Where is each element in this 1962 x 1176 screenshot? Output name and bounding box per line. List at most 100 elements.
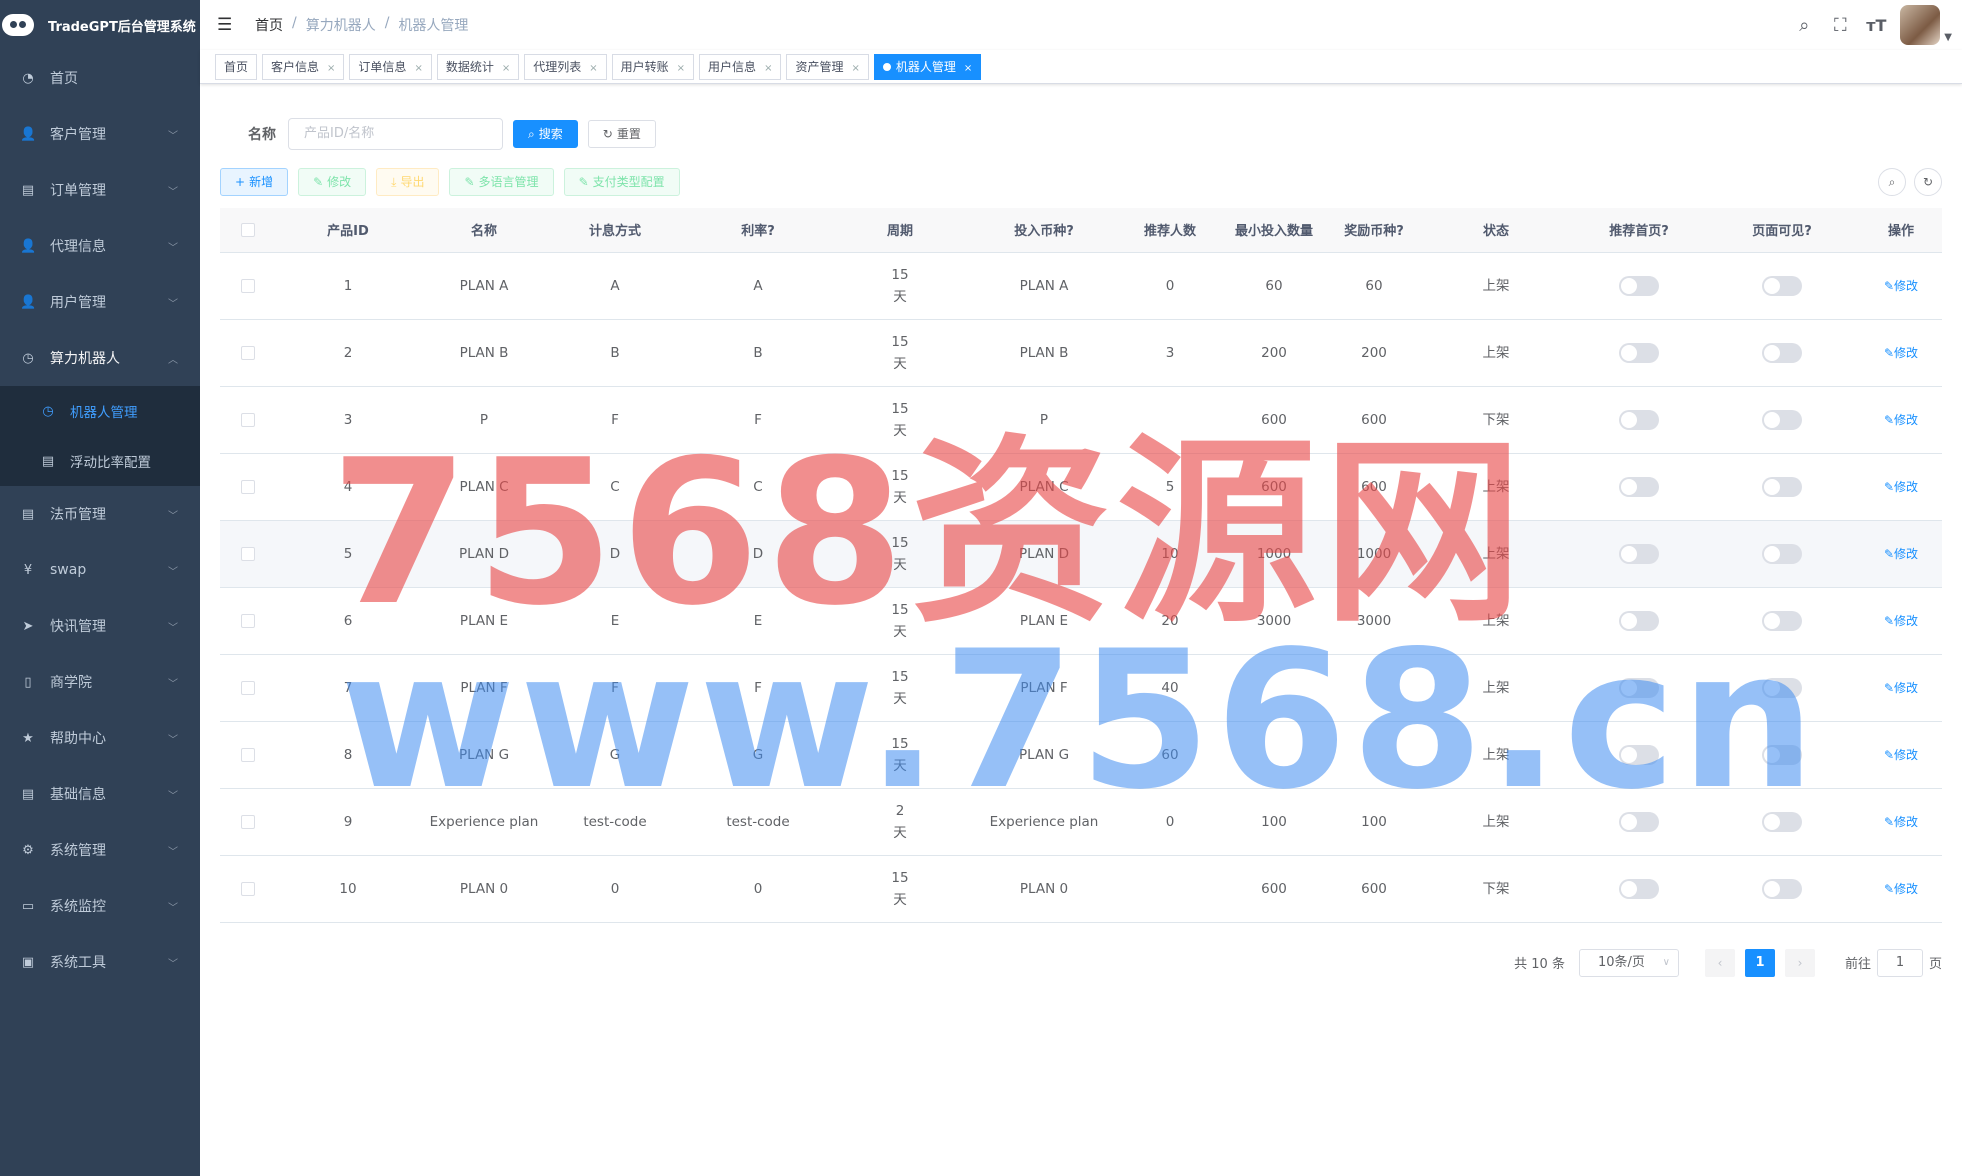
pay-type-button[interactable]: ✎ 支付类型配置 [563, 168, 680, 196]
recommend-switch[interactable] [1619, 878, 1659, 899]
visible-switch[interactable] [1762, 811, 1802, 832]
close-icon[interactable]: × [677, 63, 685, 74]
visible-switch[interactable] [1762, 409, 1802, 430]
hamburger-icon[interactable]: ☰ [217, 15, 235, 35]
visible-switch[interactable] [1762, 543, 1802, 564]
reset-button[interactable]: ↻ 重置 [587, 120, 656, 148]
close-icon[interactable]: × [851, 63, 859, 74]
row-checkbox[interactable] [241, 345, 255, 360]
tab-4[interactable]: 代理列表 × [524, 53, 607, 80]
visible-switch[interactable] [1762, 744, 1802, 765]
tab-1[interactable]: 客户信息 × [262, 53, 345, 80]
sidebar-item-3[interactable]: 👤 代理信息 ﹀ [0, 218, 200, 274]
goto-input[interactable]: 1 [1876, 948, 1923, 977]
tab-7[interactable]: 资产管理 × [786, 53, 869, 80]
row-checkbox[interactable] [241, 613, 255, 628]
sidebar-item-7[interactable]: ¥ swap ﹀ [0, 542, 200, 598]
row-checkbox[interactable] [241, 747, 255, 762]
sidebar-subitem-1[interactable]: ▤ 浮动比率配置 [0, 436, 200, 486]
recommend-switch[interactable] [1619, 744, 1659, 765]
sidebar-subitem-0[interactable]: ◷ 机器人管理 [0, 386, 200, 436]
search-button[interactable]: ⌕ 搜索 [513, 120, 578, 148]
recommend-switch[interactable] [1619, 275, 1659, 296]
row-edit-button[interactable]: ✎修改 [1884, 681, 1918, 695]
sidebar-item-14[interactable]: ▣ 系统工具 ﹀ [0, 934, 200, 990]
recommend-switch[interactable] [1619, 677, 1659, 698]
close-icon[interactable]: × [589, 63, 597, 74]
breadcrumb-robot[interactable]: 算力机器人 [306, 15, 376, 35]
page-size-select[interactable]: 10条/页 ∨ [1578, 948, 1679, 977]
sidebar-item-4[interactable]: 👤 用户管理 ﹀ [0, 274, 200, 330]
avatar[interactable] [1900, 5, 1941, 45]
search-input[interactable]: 产品ID/名称 [288, 118, 503, 150]
sidebar-item-13[interactable]: ▭ 系统监控 ﹀ [0, 878, 200, 934]
sidebar-item-6[interactable]: ▤ 法币管理 ﹀ [0, 486, 200, 542]
page-number[interactable]: 1 [1744, 948, 1775, 977]
row-checkbox[interactable] [241, 546, 255, 561]
recommend-switch[interactable] [1619, 610, 1659, 631]
visible-switch[interactable] [1762, 677, 1802, 698]
sidebar-item-11[interactable]: ▤ 基础信息 ﹀ [0, 766, 200, 822]
recommend-switch[interactable] [1619, 811, 1659, 832]
font-size-icon[interactable]: тT [1858, 16, 1894, 35]
visible-switch[interactable] [1762, 610, 1802, 631]
caret-down-icon[interactable]: ▼ [1944, 32, 1952, 43]
tab-0[interactable]: 首页 [215, 53, 258, 80]
sidebar-item-10[interactable]: ★ 帮助中心 ﹀ [0, 710, 200, 766]
visible-switch[interactable] [1762, 275, 1802, 296]
row-edit-button[interactable]: ✎修改 [1884, 815, 1918, 829]
sidebar-item-5[interactable]: ◷ 算力机器人 ︿ [0, 330, 200, 386]
recommend-switch[interactable] [1619, 409, 1659, 430]
sidebar-item-12[interactable]: ⚙ 系统管理 ﹀ [0, 822, 200, 878]
row-edit-button[interactable]: ✎修改 [1884, 882, 1918, 896]
tab-2[interactable]: 订单信息 × [349, 53, 432, 80]
row-edit-button[interactable]: ✎修改 [1884, 614, 1918, 628]
sidebar-item-8[interactable]: ➤ 快讯管理 ﹀ [0, 598, 200, 654]
refresh-icon[interactable]: ↻ [1914, 168, 1942, 196]
row-edit-button[interactable]: ✎修改 [1884, 279, 1918, 293]
visible-switch[interactable] [1762, 878, 1802, 899]
select-all-checkbox[interactable] [220, 208, 276, 253]
row-edit-button[interactable]: ✎修改 [1884, 547, 1918, 561]
fullscreen-icon[interactable]: ⛶ [1822, 15, 1858, 36]
prev-page-button[interactable]: ‹ [1704, 948, 1735, 977]
row-edit-button[interactable]: ✎修改 [1884, 480, 1918, 494]
export-button[interactable]: ⤓ 导出 [376, 168, 440, 196]
recommend-switch[interactable] [1619, 543, 1659, 564]
recommend-switch[interactable] [1619, 342, 1659, 363]
sidebar-item-1[interactable]: 👤 客户管理 ﹀ [0, 106, 200, 162]
close-icon[interactable]: × [502, 63, 510, 74]
close-icon[interactable]: × [414, 63, 422, 74]
close-icon[interactable]: × [964, 63, 972, 74]
tab-3[interactable]: 数据统计 × [436, 53, 520, 80]
next-page-button[interactable]: › [1784, 948, 1815, 977]
row-checkbox[interactable] [241, 814, 255, 829]
row-edit-button[interactable]: ✎修改 [1884, 346, 1918, 360]
sidebar-item-9[interactable]: ▯ 商学院 ﹀ [0, 654, 200, 710]
row-checkbox[interactable] [241, 881, 255, 896]
row-checkbox[interactable] [241, 412, 255, 427]
row-edit-button[interactable]: ✎修改 [1884, 413, 1918, 427]
tab-6[interactable]: 用户信息 × [699, 53, 782, 80]
sidebar-item-0[interactable]: ◔ 首页 [0, 50, 200, 106]
edit-button[interactable]: ✎ 修改 [298, 168, 367, 196]
close-icon[interactable]: × [764, 63, 772, 74]
close-icon[interactable]: × [327, 63, 335, 74]
visible-switch[interactable] [1762, 342, 1802, 363]
row-checkbox[interactable] [241, 479, 255, 494]
breadcrumb-home[interactable]: 首页 [255, 15, 283, 35]
recommend-switch[interactable] [1619, 476, 1659, 497]
tab-5[interactable]: 用户转账 × [611, 53, 695, 80]
row-edit-button[interactable]: ✎修改 [1884, 748, 1918, 762]
i18n-button[interactable]: ✎ 多语言管理 [449, 168, 554, 196]
toggle-search-icon[interactable]: ⌕ [1878, 168, 1906, 196]
app-logo[interactable]: TradeGPT后台管理系统 [0, 0, 200, 50]
row-checkbox[interactable] [241, 278, 255, 293]
checkbox[interactable] [241, 222, 255, 237]
search-icon[interactable]: ⌕ [1786, 15, 1822, 36]
visible-switch[interactable] [1762, 476, 1802, 497]
row-checkbox[interactable] [241, 680, 255, 695]
tab-8[interactable]: 机器人管理 × [873, 53, 982, 80]
add-button[interactable]: + 新增 [220, 168, 289, 196]
sidebar-item-2[interactable]: ▤ 订单管理 ﹀ [0, 162, 200, 218]
